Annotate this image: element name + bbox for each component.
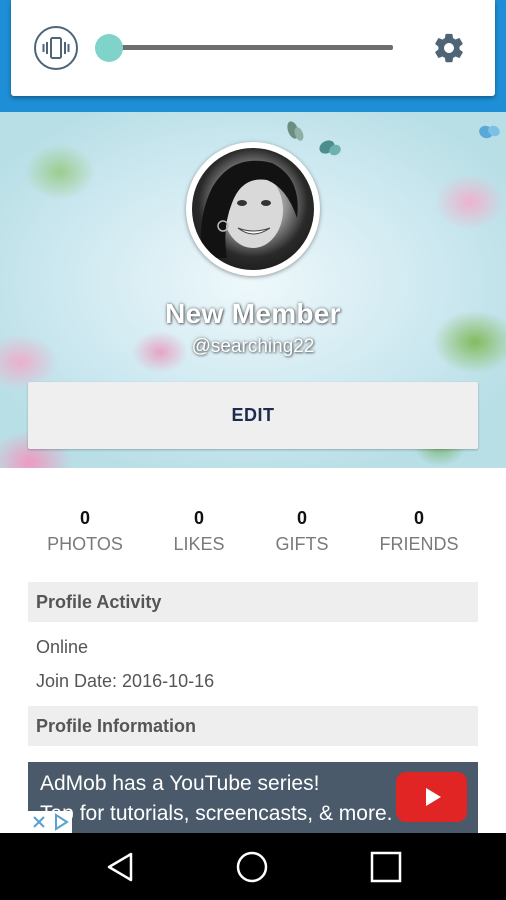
stat-count: 0	[79, 508, 90, 528]
stat-count: 0	[193, 508, 204, 528]
stat-label: GIFTS	[275, 534, 329, 554]
stat-count: 0	[296, 508, 307, 528]
recents-icon[interactable]	[346, 833, 426, 900]
butterfly-decoration	[319, 140, 341, 156]
volume-slider-track[interactable]	[109, 45, 393, 50]
profile-handle: @searching22	[191, 336, 315, 357]
stat-likes[interactable]: 0 LIKES	[144, 508, 254, 555]
ad-banner[interactable]: AdMob has a YouTube series! Tap for tuto…	[28, 762, 478, 834]
ad-headline: AdMob has a YouTube series!	[40, 772, 320, 795]
back-icon[interactable]	[80, 833, 160, 900]
edit-profile-button[interactable]: EDIT	[28, 382, 478, 449]
online-status: Online	[36, 637, 89, 657]
stat-gifts[interactable]: 0 GIFTS	[247, 508, 357, 555]
volume-slider-thumb[interactable]	[95, 34, 123, 62]
join-date: Join Date: 2016-10-16	[36, 671, 215, 691]
stat-photos[interactable]: 0 PHOTOS	[30, 508, 140, 555]
system-nav-bar	[0, 833, 506, 900]
stat-label: LIKES	[173, 534, 225, 554]
stat-friends[interactable]: 0 FRIENDS	[364, 508, 474, 555]
volume-panel	[11, 0, 495, 96]
play-icon[interactable]	[396, 772, 467, 822]
profile-information-header: Profile Information	[28, 706, 478, 746]
vibrate-icon[interactable]	[34, 26, 78, 70]
gear-icon[interactable]	[431, 30, 467, 66]
adchoices-icon[interactable]	[28, 811, 72, 833]
avatar[interactable]	[192, 148, 314, 270]
butterfly-decoration	[479, 125, 500, 139]
butterfly-decoration	[287, 121, 304, 141]
profile-activity-header: Profile Activity	[28, 582, 478, 622]
stat-label: PHOTOS	[47, 534, 123, 554]
stat-count: 0	[413, 508, 424, 528]
profile-banner: New Member @searching22 EDIT	[0, 112, 506, 468]
ad-subline: Tap for tutorials, screencasts, & more.	[40, 802, 393, 825]
profile-stats: 0 PHOTOS 0 LIKES 0 GIFTS 0 FRIENDS	[28, 508, 478, 560]
profile-name: New Member	[165, 298, 341, 329]
home-icon[interactable]	[212, 833, 292, 900]
avatar-frame[interactable]	[186, 142, 320, 276]
stat-label: FRIENDS	[379, 534, 459, 554]
